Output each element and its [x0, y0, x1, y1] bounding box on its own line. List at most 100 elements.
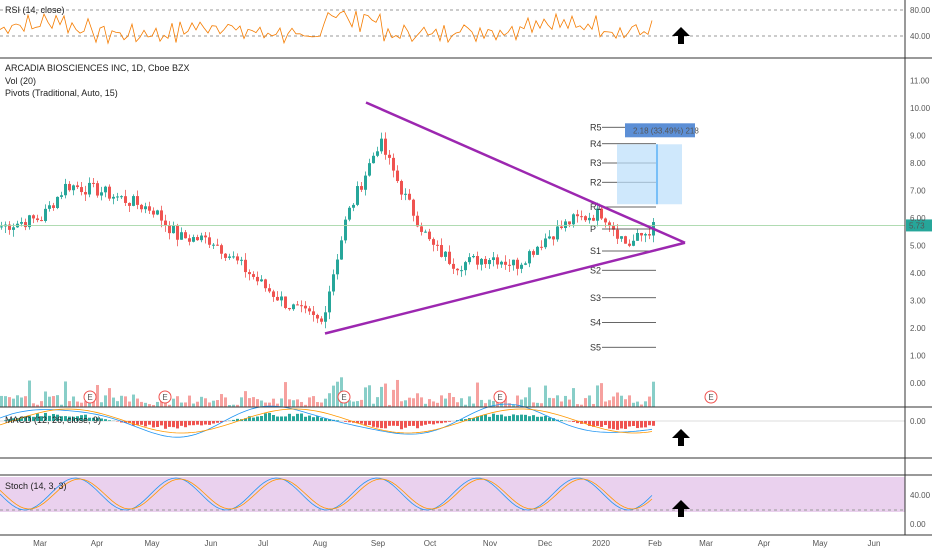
macd-histogram-bar [560, 420, 563, 421]
volume-bar [536, 402, 539, 407]
pivot-level-label: S3 [590, 293, 601, 303]
rsi-tick-label: 80.00 [910, 6, 931, 15]
volume-bar [44, 391, 47, 407]
x-tick-label: Dec [538, 539, 552, 548]
candle-body [236, 256, 239, 261]
candle-body [112, 196, 115, 199]
candle-body [124, 196, 127, 203]
volume-bar [172, 398, 175, 407]
volume-bar [360, 399, 363, 407]
macd-histogram-bar [608, 421, 611, 429]
candle-body [152, 210, 155, 215]
macd-histogram-bar [396, 421, 399, 426]
price-tick-label: 4.00 [910, 269, 926, 278]
macd-histogram-bar [144, 421, 147, 427]
candle-body [60, 195, 63, 197]
macd-histogram-bar [264, 413, 267, 421]
macd-histogram-bar [276, 416, 279, 421]
candle-body [408, 193, 411, 200]
volume-bar [120, 395, 123, 407]
volume-bar [220, 394, 223, 407]
candle-body [376, 151, 379, 156]
volume-bar [8, 397, 11, 407]
volume-bar [224, 397, 227, 407]
volume-bar [280, 398, 283, 407]
volume-bar [196, 401, 199, 407]
volume-bar [468, 396, 471, 407]
price-tick-label: 7.00 [910, 187, 926, 196]
macd-histogram-bar [376, 421, 379, 428]
candle-body [44, 208, 47, 221]
candle-body [552, 236, 555, 240]
candle-body [352, 204, 355, 208]
macd-histogram-bar [448, 421, 451, 422]
macd-histogram-bar [484, 414, 487, 421]
volume-bar [156, 401, 159, 407]
candle-body [176, 225, 179, 240]
stoch-tick-label: 40.00 [910, 491, 931, 500]
candle-body [472, 256, 475, 258]
macd-histogram-bar [644, 421, 647, 428]
x-tick-label: Jun [868, 539, 881, 548]
symbol-title: ARCADIA BIOSCIENCES INC, 1D, Cboe BZX [5, 63, 190, 73]
candle-body [388, 154, 391, 158]
rsi-line [0, 10, 653, 45]
volume-bar [204, 398, 207, 407]
candle-body [440, 245, 443, 257]
stock-chart[interactable]: R5R4R3R2R1PS1S2S3S4S55.732.18 (33.49%) 2… [0, 0, 932, 550]
pivot-level-label: S1 [590, 246, 601, 256]
candle-body [644, 234, 647, 236]
macd-histogram-bar [288, 413, 291, 421]
volume-bar [64, 381, 67, 407]
macd-histogram-bar [536, 416, 539, 421]
earnings-marker-label: E [708, 393, 713, 402]
volume-bar [428, 399, 431, 407]
rsi-pane [0, 9, 905, 45]
up-arrow-icon [672, 429, 690, 446]
macd-histogram-bar [572, 421, 575, 422]
macd-histogram-bar [512, 414, 515, 421]
macd-histogram-bar [200, 421, 203, 426]
volume-bar [32, 403, 35, 407]
candle-body [68, 183, 71, 191]
volume-bar [132, 394, 135, 407]
macd-histogram-bar [232, 419, 235, 421]
candle-body [252, 274, 255, 277]
macd-histogram-bar [600, 421, 603, 427]
candle-body [480, 258, 483, 265]
price-tick-label: 6.00 [910, 214, 926, 223]
candle-body [76, 185, 79, 188]
volume-bar [260, 400, 263, 407]
macd-histogram-bar [268, 412, 271, 421]
macd-histogram-bar [548, 417, 551, 421]
macd-histogram-bar [304, 416, 307, 421]
candle-body [460, 270, 463, 272]
candle-body [584, 216, 587, 221]
candle-body [444, 251, 447, 257]
candle-body [212, 244, 215, 246]
macd-histogram-bar [532, 415, 535, 421]
macd-histogram-bar [612, 421, 615, 430]
macd-histogram-bar [496, 414, 499, 421]
candle-body [320, 318, 323, 322]
volume-bar [324, 398, 327, 407]
volume-bar [524, 397, 527, 407]
volume-bar [4, 396, 7, 407]
volume-bar [104, 395, 107, 407]
macd-histogram-bar [348, 421, 351, 423]
volume-bar [568, 399, 571, 407]
macd-histogram-bar [420, 421, 423, 426]
candle-body [312, 311, 315, 315]
volume-bar [452, 397, 455, 407]
volume-bar [300, 401, 303, 407]
candle-body [256, 276, 259, 282]
candle-body [528, 251, 531, 264]
candle-body [188, 238, 191, 242]
macd-histogram-bar [648, 421, 651, 426]
candle-body [344, 219, 347, 241]
candle-body [632, 240, 635, 246]
volume-bar [420, 397, 423, 407]
macd-histogram-bar [516, 415, 519, 421]
macd-histogram-bar [216, 421, 219, 423]
earnings-marker-label: E [162, 393, 167, 402]
